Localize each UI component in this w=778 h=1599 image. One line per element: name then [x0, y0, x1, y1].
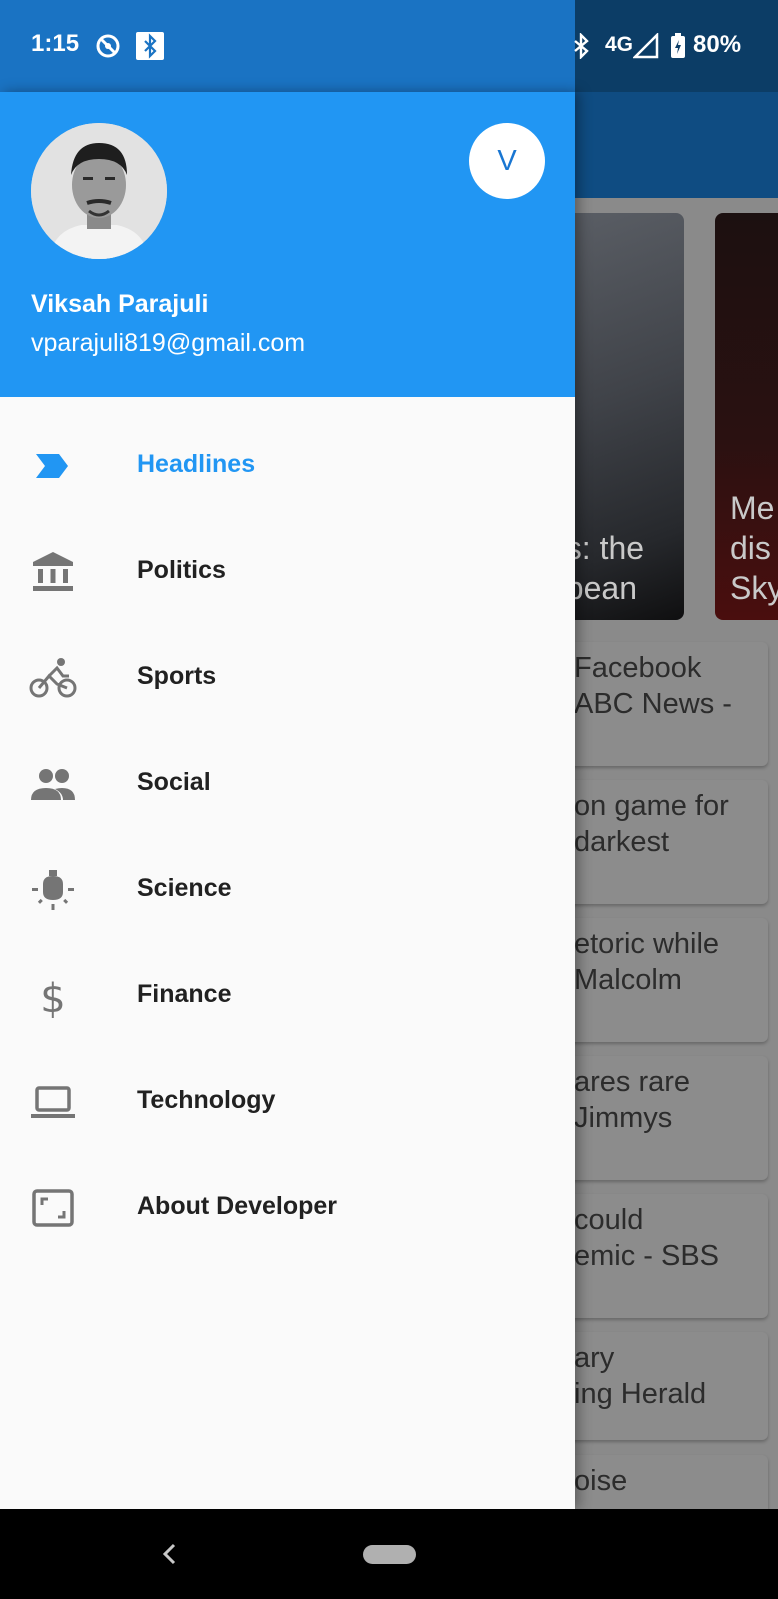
drawer-item-social[interactable]: Social — [0, 730, 575, 836]
battery-charging-icon — [669, 32, 687, 65]
bluetooth-app-icon — [136, 32, 164, 60]
news-line: etoric while — [574, 928, 720, 960]
news-list-item: ares rare Jimmys — [548, 1056, 768, 1180]
network-type: 4G — [605, 33, 634, 56]
news-line: ares rare — [574, 1066, 691, 1098]
news-line: darkest — [574, 826, 670, 858]
news-line: ABC News - — [574, 688, 732, 720]
news-list-item: etoric while Malcolm — [548, 918, 768, 1042]
people-icon — [29, 760, 77, 808]
drawer-item-label: Social — [137, 768, 211, 796]
drawer-item-label: Sports — [137, 662, 217, 690]
drawer-header: V Viksah Parajuli vparajuli819@gmail.com — [0, 92, 575, 397]
account-switch-button[interactable]: V — [469, 123, 545, 199]
news-line: ary — [574, 1342, 615, 1374]
drawer-item-politics[interactable]: Politics — [0, 518, 575, 624]
dollar-icon: $ — [29, 972, 77, 1022]
drawer-item-label: Science — [137, 874, 232, 902]
news-line: Malcolm — [574, 964, 682, 996]
headline-card-text: Me dis Sky — [730, 488, 778, 608]
news-list-item: oise — [548, 1455, 768, 1509]
avatar[interactable] — [31, 123, 167, 259]
battery-percentage: 80% — [693, 31, 742, 58]
status-bar: 1:15 4G 80% — [0, 0, 778, 92]
news-line: Facebook — [574, 652, 702, 684]
news-line: oise — [574, 1465, 628, 1497]
laptop-icon — [29, 1078, 77, 1126]
status-bar-left — [0, 0, 575, 92]
drawer-item-label: About Developer — [137, 1192, 338, 1220]
fullscreen-icon — [29, 1184, 77, 1232]
bluetooth-icon — [570, 32, 592, 64]
drawer-item-label: Technology — [137, 1086, 276, 1114]
news-list-item: ary ing Herald — [548, 1332, 768, 1440]
drawer-item-sports[interactable]: Sports — [0, 624, 575, 730]
home-pill-button[interactable] — [363, 1545, 416, 1564]
drawer-item-label: Finance — [137, 980, 232, 1008]
news-line: Jimmys — [574, 1102, 673, 1134]
do-not-disturb-icon — [95, 33, 121, 64]
account-email: vparajuli819@gmail.com — [31, 329, 306, 357]
drawer-item-science[interactable]: Science — [0, 836, 575, 942]
signal-icon — [631, 31, 659, 64]
news-line: on game for — [574, 790, 729, 822]
lightbulb-icon — [29, 866, 77, 914]
drawer-item-about-developer[interactable]: About Developer — [0, 1154, 575, 1260]
news-line: emic - SBS — [574, 1240, 720, 1272]
drawer-item-technology[interactable]: Technology — [0, 1048, 575, 1154]
status-time: 1:15 — [31, 30, 80, 57]
navigation-drawer: V Viksah Parajuli vparajuli819@gmail.com… — [0, 92, 575, 1509]
news-list-item: Facebook ABC News - — [548, 642, 768, 766]
news-list-item: could emic - SBS — [548, 1194, 768, 1318]
news-line: ing Herald — [574, 1378, 707, 1410]
drawer-item-label: Politics — [137, 556, 226, 584]
headline-card-line: Me — [730, 490, 775, 526]
drawer-item-finance[interactable]: $ Finance — [0, 942, 575, 1048]
bank-icon — [29, 548, 77, 596]
drawer-item-headlines[interactable]: Headlines — [0, 412, 575, 518]
system-navigation-bar — [0, 1509, 778, 1599]
news-list-item: on game for darkest — [548, 780, 768, 904]
headline-card: Me dis Sky — [715, 213, 778, 620]
headline-card-line: Sky — [730, 570, 778, 606]
svg-text:$: $ — [40, 976, 65, 1020]
drawer-item-label: Headlines — [137, 450, 256, 478]
headline-card-line: dis — [730, 530, 771, 566]
back-icon[interactable] — [158, 1539, 180, 1574]
bicycle-icon — [29, 654, 77, 702]
account-name: Viksah Parajuli — [31, 290, 209, 318]
news-line: could — [574, 1204, 644, 1236]
headlines-chevron-icon — [29, 442, 77, 490]
